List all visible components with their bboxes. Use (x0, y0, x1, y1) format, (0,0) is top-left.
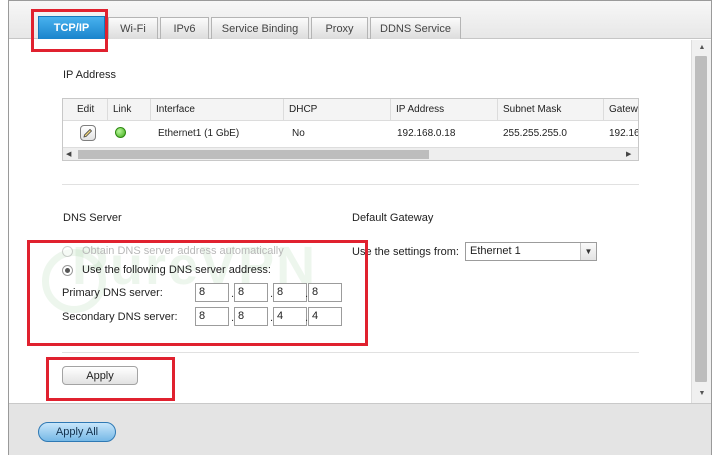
tab-bar: TCP/IP Wi-Fi IPv6 Service Binding Proxy … (9, 1, 711, 39)
col-ip-address[interactable]: IP Address (390, 99, 497, 121)
col-interface[interactable]: Interface (150, 99, 283, 121)
col-edit[interactable]: Edit (63, 99, 107, 121)
default-gateway-title: Default Gateway (352, 212, 434, 224)
edit-button[interactable] (80, 125, 96, 141)
scroll-down-icon[interactable]: ▼ (696, 390, 708, 397)
vertical-scrollbar[interactable]: ▲ ▼ (691, 40, 711, 403)
tab-ddns-service[interactable]: DDNS Service (370, 17, 461, 39)
chevron-down-icon[interactable]: ▼ (580, 243, 596, 260)
gateway-source-select[interactable]: Ethernet 1 ▼ (465, 242, 597, 261)
highlight-tcp-ip-tab (31, 9, 108, 52)
tab-ipv6[interactable]: IPv6 (160, 17, 209, 39)
scrollbar-thumb[interactable] (78, 150, 429, 159)
vertical-scrollbar-thumb[interactable] (695, 56, 707, 382)
divider (62, 184, 639, 185)
divider (62, 352, 639, 353)
table-horizontal-scrollbar[interactable]: ◀ ▶ (63, 147, 638, 160)
edit-pencil-icon (83, 128, 93, 138)
table-header: Edit Link Interface DHCP IP Address Subn… (63, 99, 638, 121)
interface-table: Edit Link Interface DHCP IP Address Subn… (62, 98, 639, 161)
cell-dhcp: No (292, 128, 305, 139)
scroll-up-icon[interactable]: ▲ (696, 44, 708, 51)
col-subnet-mask[interactable]: Subnet Mask (497, 99, 603, 121)
scroll-left-icon[interactable]: ◀ (66, 148, 71, 160)
footer-bar: Apply All (9, 403, 711, 455)
dns-server-title: DNS Server (63, 212, 122, 224)
highlight-dns-settings (27, 240, 368, 346)
scroll-right-icon[interactable]: ▶ (626, 148, 631, 160)
cell-subnet-mask: 255.255.255.0 (503, 128, 567, 139)
tab-service-binding[interactable]: Service Binding (211, 17, 309, 39)
link-status-icon (115, 127, 126, 138)
cell-ip-address: 192.168.0.18 (397, 128, 456, 139)
gateway-source-value: Ethernet 1 (470, 245, 521, 257)
tab-proxy[interactable]: Proxy (311, 17, 368, 39)
gateway-source-label: Use the settings from: (352, 246, 459, 258)
cell-gateway: 192.16 (609, 128, 639, 139)
tab-wifi[interactable]: Wi-Fi (108, 17, 158, 39)
ip-address-title: IP Address (63, 69, 116, 81)
col-dhcp[interactable]: DHCP (283, 99, 390, 121)
cell-interface: Ethernet1 (1 GbE) (158, 128, 240, 139)
apply-all-button[interactable]: Apply All (38, 422, 116, 442)
col-link[interactable]: Link (107, 99, 150, 121)
col-gateway[interactable]: Gatewa (603, 99, 638, 121)
highlight-apply-button (46, 357, 175, 401)
